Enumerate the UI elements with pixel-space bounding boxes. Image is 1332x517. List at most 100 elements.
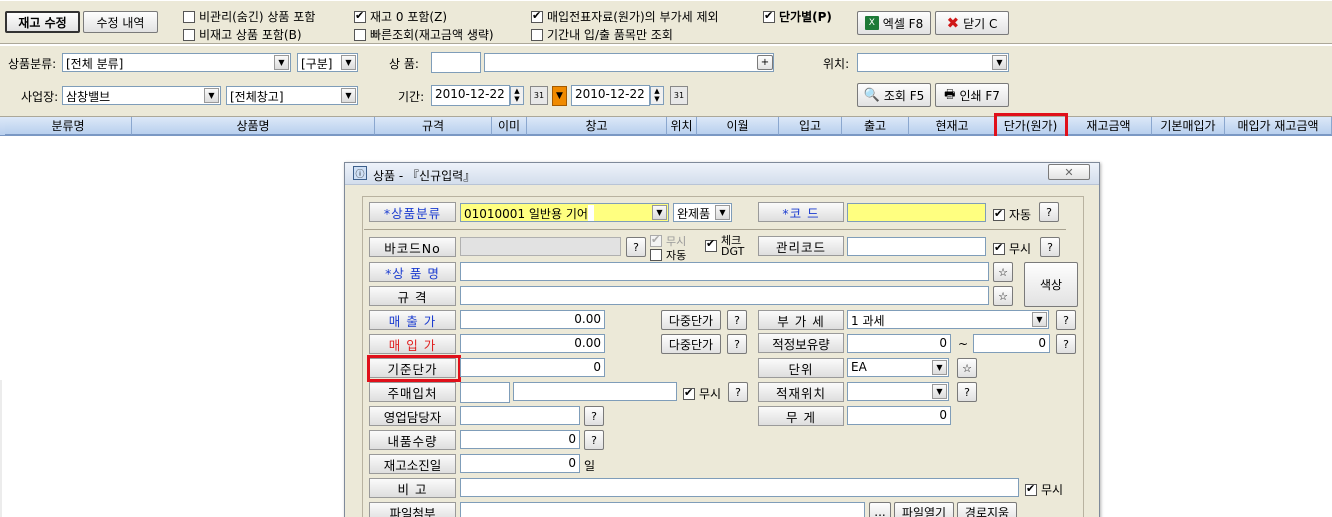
excel-button[interactable]: X 엑셀 F8 <box>857 11 931 35</box>
main-supplier-name-input[interactable] <box>513 382 677 401</box>
query-button[interactable]: 🔍 조회 F5 <box>857 83 931 107</box>
query-label: 조회 F5 <box>883 88 925 103</box>
main-supplier-help-button[interactable]: ? <box>728 382 748 402</box>
sale-multi-price-button[interactable]: 다중단가 <box>661 310 721 330</box>
date-to-spinner[interactable]: ▲ ▼ <box>650 86 664 105</box>
exhaust-day-input[interactable]: 0 <box>460 454 580 473</box>
weight-input[interactable]: 0 <box>847 406 951 425</box>
column-header[interactable]: 기본매입가 <box>1152 117 1225 135</box>
buy-price-help-button[interactable]: ? <box>727 334 747 354</box>
location-help-button[interactable]: ? <box>957 382 977 402</box>
note-input[interactable] <box>460 478 1019 497</box>
product-name-star-button[interactable]: ☆ <box>993 262 1013 282</box>
attach-field-label: 파일첨부 <box>369 502 456 517</box>
include-hidden-checkbox[interactable]: 비관리(숨긴) 상품 포함 <box>183 8 315 25</box>
by-unit-price-checkbox[interactable]: 단가별(P) <box>763 8 832 25</box>
dialog-category-select[interactable]: 01010001 일반용 기어 <box>460 203 669 222</box>
include-zero-stock-checkbox[interactable]: 재고 0 포함(Z) <box>354 8 447 25</box>
manage-code-help-button[interactable]: ? <box>1040 237 1060 257</box>
division-filter-select[interactable]: [구분] ▼ <box>297 53 358 72</box>
column-header[interactable]: 현재고 <box>909 117 996 135</box>
date-to-input[interactable]: 2010-12-22 <box>571 85 650 106</box>
product-type-select[interactable]: 완제품 ▼ <box>673 203 732 222</box>
category-field-label: *상품분류 <box>369 202 456 222</box>
category-filter-select[interactable]: [전체 분류] ▼ <box>62 53 291 72</box>
column-header[interactable]: 분류명 <box>5 117 132 135</box>
column-header[interactable]: 위치 <box>667 117 697 135</box>
include-nonstock-checkbox[interactable]: 비재고 상품 포함(B) <box>183 26 302 43</box>
edit-history-button[interactable]: 수정 내역 <box>83 11 158 33</box>
exclude-vat-checkbox[interactable]: 매입전표자료(원가)의 부가세 제외 <box>531 8 719 25</box>
main-supplier-code-input[interactable] <box>460 382 510 403</box>
color-button[interactable]: 색상 <box>1024 262 1078 307</box>
dialog-close-button[interactable]: ✕ <box>1048 164 1090 180</box>
chevron-down-icon[interactable]: ▼ <box>652 205 667 220</box>
sale-price-input[interactable]: 0.00 <box>460 310 605 329</box>
vat-select[interactable]: 1 과세 ▼ <box>847 310 1049 329</box>
note-ignore-checkbox[interactable]: 무시 <box>1025 481 1063 498</box>
proper-stock-from-input[interactable]: 0 <box>847 334 951 353</box>
proper-stock-to-input[interactable]: 0 <box>973 334 1050 353</box>
proper-stock-help-button[interactable]: ? <box>1056 334 1076 354</box>
auto-code-checkbox[interactable]: 자동 <box>993 206 1031 223</box>
barcode-auto-checkbox[interactable]: 자동 <box>650 247 686 263</box>
column-header[interactable]: 이월 <box>697 117 779 135</box>
column-header[interactable]: 입고 <box>779 117 842 135</box>
checkbox-box <box>993 241 1005 255</box>
delivery-qty-help-button[interactable]: ? <box>584 430 604 450</box>
column-header[interactable]: 출고 <box>842 117 909 135</box>
unit-star-button[interactable]: ☆ <box>957 358 977 378</box>
clear-path-button[interactable]: 경로지움 <box>957 502 1017 517</box>
unit-select[interactable]: EA ▼ <box>847 358 949 377</box>
buy-price-input[interactable]: 0.00 <box>460 334 605 353</box>
barcode-help-button[interactable]: ? <box>626 237 646 257</box>
column-header[interactable]: 창고 <box>527 117 667 135</box>
sales-manager-input[interactable] <box>460 406 580 425</box>
vat-field-label: 부 가 세 <box>758 310 844 330</box>
quick-query-checkbox[interactable]: 빠른조회(재고금액 생략) <box>354 26 494 43</box>
close-button[interactable]: ✖ 닫기 C <box>935 11 1009 35</box>
select-value: 01010001 일반용 기어 <box>464 207 588 221</box>
main-supplier-ignore-checkbox[interactable]: 무시 <box>683 385 721 402</box>
calendar-icon[interactable]: 31 <box>530 86 548 105</box>
delivery-qty-input[interactable]: 0 <box>460 430 580 449</box>
column-header[interactable]: 상품명 <box>132 117 375 135</box>
column-header[interactable]: 이미 <box>492 117 527 135</box>
period-only-checkbox[interactable]: 기간내 입/출 품목만 조회 <box>531 26 673 43</box>
spec-star-button[interactable]: ☆ <box>993 286 1013 306</box>
product-plus-button[interactable]: + <box>757 55 773 70</box>
calendar-icon[interactable]: 31 <box>670 86 688 105</box>
date-from-input[interactable]: 2010-12-22 <box>431 85 510 106</box>
product-name-input[interactable] <box>484 53 774 72</box>
open-file-button[interactable]: 파일열기 <box>894 502 954 517</box>
site-select[interactable]: 삼창밸브 ▼ <box>62 86 221 105</box>
sale-price-help-button[interactable]: ? <box>727 310 747 330</box>
print-button[interactable]: 🖶 인쇄 F7 <box>935 83 1009 107</box>
location-filter-select[interactable]: ▼ <box>857 53 1009 72</box>
buy-multi-price-button[interactable]: 다중단가 <box>661 334 721 354</box>
attach-path-input[interactable] <box>460 502 865 517</box>
stock-location-select[interactable]: ▼ <box>847 382 949 401</box>
manage-code-input[interactable] <box>847 237 986 256</box>
product-code-input[interactable] <box>431 52 481 73</box>
date-from-spinner[interactable]: ▲ ▼ <box>510 86 524 105</box>
warehouse-select[interactable]: [전체창고] ▼ <box>226 86 358 105</box>
check-dgt-checkbox[interactable]: 체크DGT <box>705 235 744 257</box>
code-input[interactable] <box>847 203 986 222</box>
column-header[interactable]: 규격 <box>375 117 492 135</box>
site-label: 사업장: <box>21 90 59 104</box>
code-help-button[interactable]: ? <box>1039 202 1059 222</box>
period-marker-icon[interactable]: ▼ <box>552 86 567 106</box>
dialog-product-name-input[interactable] <box>460 262 989 281</box>
manage-code-ignore-checkbox[interactable]: 무시 <box>993 240 1031 257</box>
browse-file-button[interactable]: ... <box>869 502 891 517</box>
vat-help-button[interactable]: ? <box>1056 310 1076 330</box>
location-field-label: 적재위치 <box>758 382 844 402</box>
sales-manager-help-button[interactable]: ? <box>584 406 604 426</box>
column-header[interactable]: 재고금액 <box>1066 117 1152 135</box>
edit-inventory-button[interactable]: 재고 수정 <box>5 11 80 33</box>
base-price-input[interactable]: 0 <box>460 358 605 377</box>
spec-input[interactable] <box>460 286 989 305</box>
column-header[interactable]: 단가(원가) <box>996 117 1066 135</box>
column-header[interactable]: 매입가 재고금액 <box>1225 117 1332 135</box>
